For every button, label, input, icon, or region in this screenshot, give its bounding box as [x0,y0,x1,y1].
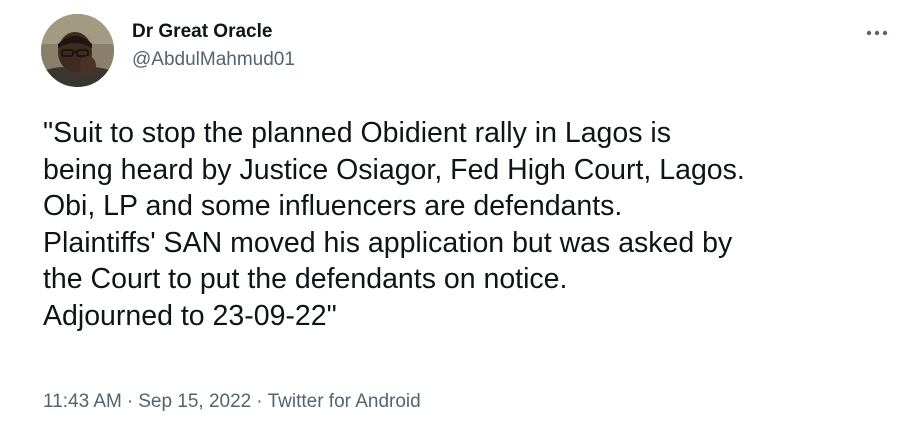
tweet-text: "Suit to stop the planned Obidient rally… [43,117,745,332]
tweet-source[interactable]: Twitter for Android [268,391,421,412]
meta-separator: · [126,391,134,412]
author-info: Dr Great Oracle @AbdulMahmud01 [132,20,295,72]
tweet-card: Dr Great Oracle @AbdulMahmud01 "Suit to … [0,0,915,432]
author-handle[interactable]: @AbdulMahmud01 [132,48,295,72]
author-avatar[interactable] [41,14,114,87]
tweet-metadata: 11:43 AM · Sep 15, 2022 · Twitter for Androi… [43,390,421,414]
more-options-button[interactable] [862,22,892,44]
meta-separator: · [256,391,263,412]
user-photo-avatar-icon [41,14,114,87]
author-display-name[interactable]: Dr Great Oracle [132,20,295,44]
more-horizontal-icon [866,30,888,36]
tweet-time[interactable]: 11:43 AM [43,391,122,412]
tweet-date[interactable]: Sep 15, 2022 [138,391,251,412]
